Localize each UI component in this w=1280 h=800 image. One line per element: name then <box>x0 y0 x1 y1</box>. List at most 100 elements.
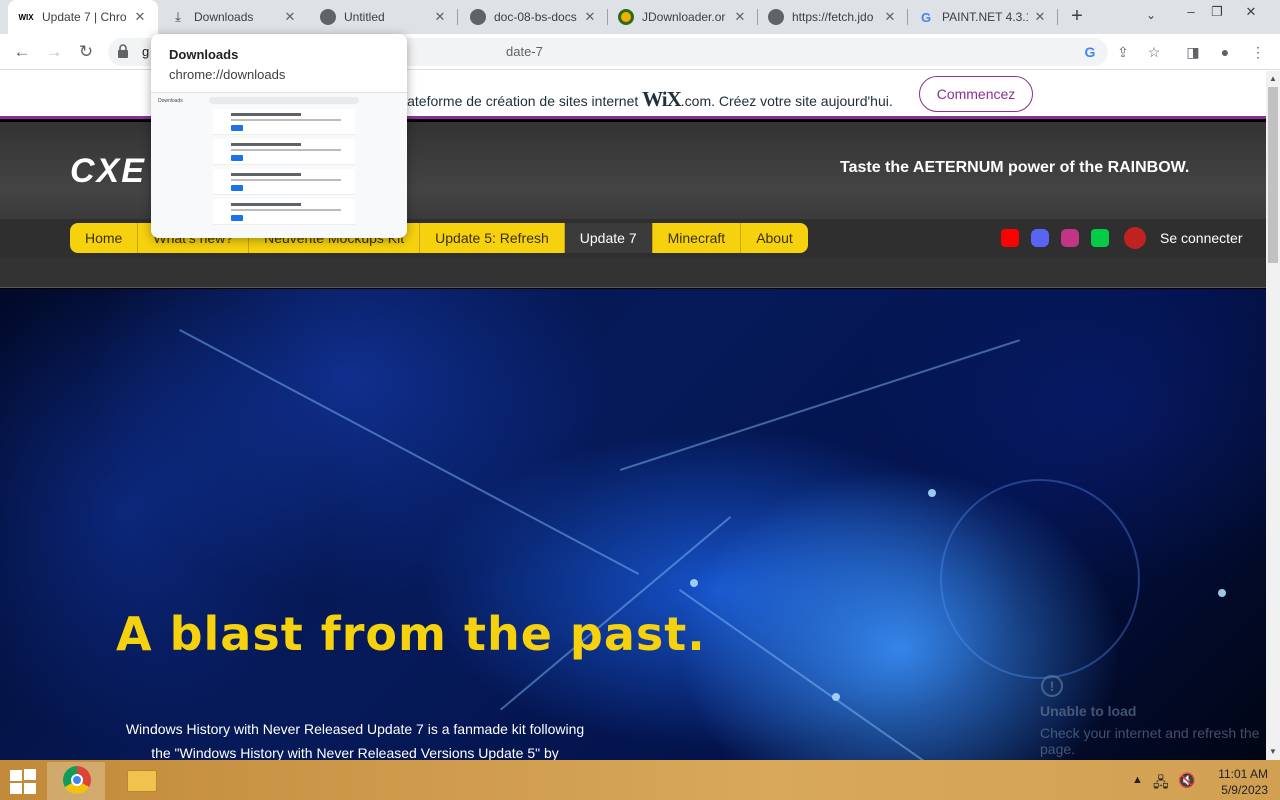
tab-title: PAINT.NET 4.3.1 <box>942 10 1028 24</box>
download-icon: ⤓ <box>175 9 181 24</box>
decor-node <box>928 489 936 497</box>
decor-line <box>620 339 1021 471</box>
decor-node <box>832 693 840 701</box>
page-scrollbar[interactable]: ▲ ▼ <box>1266 71 1280 760</box>
hover-card-url: chrome://downloads <box>169 67 286 82</box>
tab-untitled[interactable]: Untitled ✕ <box>310 0 458 34</box>
network-icon[interactable]: 🖧 <box>1153 772 1169 796</box>
nav-item-minecraft[interactable]: Minecraft <box>653 223 742 253</box>
jdownloader-icon <box>618 9 634 25</box>
close-icon[interactable]: ✕ <box>432 9 448 25</box>
reload-icon[interactable]: ↻ <box>74 40 98 64</box>
tab-title: doc-08-bs-docs <box>494 10 577 24</box>
tab-title: https://fetch.jdo <box>792 10 874 24</box>
decor-node <box>690 579 698 587</box>
back-arrow-icon[interactable]: ← <box>10 40 34 64</box>
start-button[interactable]: Commencez <box>919 76 1033 112</box>
bookmark-star-icon[interactable]: ☆ <box>1145 43 1163 61</box>
hero-section: A blast from the past. Windows History w… <box>0 289 1266 760</box>
google-translate-icon[interactable]: G <box>1081 43 1099 61</box>
wix-ad-text: lateforme de création de sites internet … <box>404 87 893 111</box>
close-icon[interactable]: ✕ <box>132 9 148 25</box>
scroll-up-icon[interactable]: ▲ <box>1269 74 1277 83</box>
close-icon[interactable]: ✕ <box>732 9 748 25</box>
tab-title: Downloads <box>194 10 254 24</box>
tab-update-7[interactable]: WIX Update 7 | Chro ✕ <box>8 0 158 34</box>
tab-title: JDownloader.or <box>642 10 726 24</box>
close-icon[interactable]: ✕ <box>1032 9 1048 25</box>
lock-icon <box>118 44 128 58</box>
tab-doc-08[interactable]: doc-08-bs-docs ✕ <box>460 0 608 34</box>
clock-date: 5/9/2023 <box>1221 783 1268 797</box>
deviantart-icon[interactable] <box>1091 229 1109 247</box>
close-icon[interactable]: ✕ <box>282 9 298 25</box>
tab-jdownloader[interactable]: JDownloader.or ✕ <box>608 0 758 34</box>
hero-description: Windows History with Never Released Upda… <box>125 721 585 760</box>
chrome-icon <box>63 766 91 794</box>
url-text-tail: date-7 <box>506 44 543 59</box>
volume-muted-icon[interactable]: 🔇 <box>1178 772 1195 789</box>
nav-item-home[interactable]: Home <box>70 223 139 253</box>
windows-taskbar: ▲ 🖧 🔇 11:01 AM 5/9/2023 <box>0 760 1280 800</box>
folder-icon <box>127 770 157 792</box>
tab-preview-thumbnail: Downloads <box>151 92 407 238</box>
instagram-icon[interactable] <box>1061 229 1079 247</box>
close-icon[interactable]: ✕ <box>582 9 598 25</box>
taskbar-file-explorer[interactable] <box>113 762 171 800</box>
nav-subbar <box>0 258 1266 288</box>
globe-icon <box>768 9 784 25</box>
scrollbar-thumb[interactable] <box>1268 87 1278 263</box>
nav-item-update-7[interactable]: Update 7 <box>564 223 653 253</box>
wix-logo: WiX <box>642 87 682 111</box>
tab-paint-net[interactable]: G PAINT.NET 4.3.1 ✕ <box>908 0 1058 34</box>
tab-title: Untitled <box>344 10 385 24</box>
globe-icon <box>470 9 486 25</box>
avatar[interactable] <box>1124 227 1146 249</box>
restore-icon[interactable]: ❐ <box>1202 2 1232 28</box>
hover-card-title: Downloads <box>169 47 239 62</box>
tab-downloads[interactable]: ⤓ Downloads ✕ <box>160 0 308 34</box>
preview-label: Downloads <box>158 98 183 104</box>
globe-icon <box>320 9 336 25</box>
scroll-down-icon[interactable]: ▼ <box>1269 747 1277 756</box>
wix-icon: WIX <box>18 12 34 22</box>
preview-download-item <box>213 139 355 165</box>
nav-item-about[interactable]: About <box>741 223 808 253</box>
offline-notice: ! Unable to load Check your internet and… <box>1040 675 1260 757</box>
offline-text: Check your internet and refresh the page… <box>1040 725 1260 757</box>
decor-line <box>179 329 640 575</box>
clock-time: 11:01 AM <box>1218 767 1268 781</box>
sign-in-link[interactable]: Se connecter <box>1160 230 1243 246</box>
profile-icon[interactable]: ● <box>1216 43 1234 61</box>
site-tagline: Taste the AETERNUM power of the RAINBOW. <box>840 159 1190 176</box>
windows-start-icon[interactable] <box>8 768 38 794</box>
more-menu-icon[interactable]: ⋮ <box>1249 43 1267 61</box>
offline-title: Unable to load <box>1040 703 1137 719</box>
site-logo[interactable]: CXE <box>70 152 146 191</box>
google-icon: G <box>920 9 932 25</box>
preview-download-item <box>213 109 355 135</box>
preview-search <box>209 97 359 104</box>
tab-fetch[interactable]: https://fetch.jdo ✕ <box>758 0 908 34</box>
share-icon[interactable]: ⇪ <box>1114 43 1132 61</box>
forward-arrow-icon[interactable]: → <box>42 40 66 64</box>
url-text: g <box>142 44 150 59</box>
tray-chevron-icon[interactable]: ▲ <box>1132 774 1143 786</box>
tab-separator <box>457 9 458 25</box>
taskbar-chrome[interactable] <box>47 762 105 800</box>
discord-icon[interactable] <box>1031 229 1049 247</box>
hero-heading: A blast from the past. <box>116 607 706 661</box>
tab-separator <box>1057 9 1058 25</box>
nav-item-update-5[interactable]: Update 5: Refresh <box>420 223 565 253</box>
decor-line <box>678 589 926 760</box>
tab-search-chevron-icon[interactable]: ⌄ <box>1146 8 1156 22</box>
side-panel-icon[interactable]: ◨ <box>1184 43 1202 61</box>
new-tab-icon[interactable]: + <box>1066 6 1088 28</box>
close-icon[interactable]: ✕ <box>882 9 898 25</box>
tab-strip: WIX Update 7 | Chro ✕ ⤓ Downloads ✕ Unti… <box>0 0 1280 34</box>
window-close-icon[interactable]: ✕ <box>1236 2 1266 28</box>
youtube-icon[interactable] <box>1001 229 1019 247</box>
preview-download-item <box>213 169 355 195</box>
system-clock[interactable]: 11:01 AM 5/9/2023 <box>1198 766 1268 798</box>
preview-download-item <box>213 199 355 225</box>
